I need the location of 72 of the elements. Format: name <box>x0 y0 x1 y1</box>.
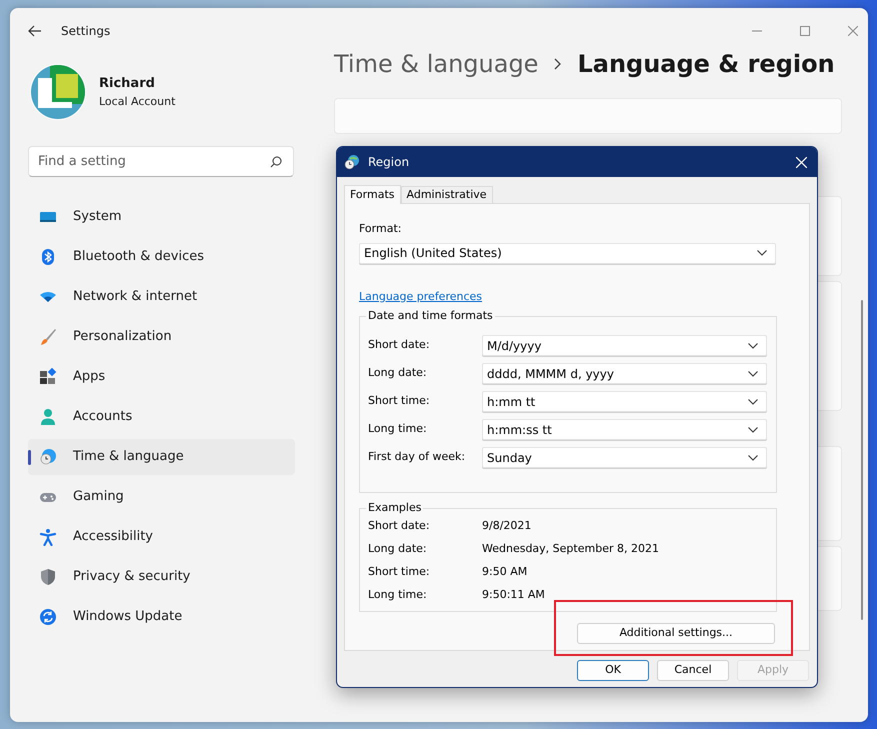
accessibility-icon <box>39 528 57 546</box>
tab[interactable]: Formats <box>344 185 400 204</box>
window-title: Settings <box>61 23 110 40</box>
dropdown[interactable]: h:mm:ss tt <box>482 419 767 440</box>
dropdown[interactable]: English (United States) <box>359 242 776 264</box>
example-value: 9:50 AM <box>482 564 528 580</box>
scrollbar[interactable] <box>861 300 863 620</box>
maximize-icon[interactable] <box>800 26 810 36</box>
example-value: 9:50:11 AM <box>482 587 545 604</box>
dialog-title: Region <box>368 154 410 171</box>
nav-item[interactable]: Time & language <box>28 439 295 475</box>
chevron-down-icon <box>748 342 758 348</box>
tab[interactable]: Administrative <box>400 186 493 203</box>
search-icon <box>270 156 282 168</box>
breadcrumb-parent[interactable]: Time & language <box>334 46 538 82</box>
dropdown[interactable]: h:mm tt <box>482 391 767 412</box>
nav-item[interactable]: Accounts <box>28 399 295 435</box>
brush-icon <box>39 328 57 346</box>
page-title: Language & region <box>577 49 835 80</box>
nav-item[interactable]: Apps <box>28 359 295 395</box>
example-label: Short date: <box>368 518 431 534</box>
account-name: Richard <box>99 75 156 93</box>
dropdown-value: dddd, MMMM d, yyyy <box>487 366 614 382</box>
example-value: 9/8/2021 <box>482 518 532 534</box>
chevron-down-icon <box>748 398 758 404</box>
nav-item[interactable]: Privacy & security <box>28 559 295 595</box>
apps-icon <box>39 368 57 386</box>
example-label: Long date: <box>368 541 428 558</box>
dialog-button[interactable]: Cancel <box>657 660 729 681</box>
dropdown-value: M/d/yyyy <box>487 338 542 354</box>
dialog-button[interactable]: OK <box>577 660 649 681</box>
nav-item[interactable]: Windows Update <box>28 599 295 635</box>
globe-clock-icon <box>39 448 57 466</box>
nav-item[interactable]: Bluetooth & devices <box>28 239 295 275</box>
globe-clock-icon <box>344 154 360 170</box>
dropdown[interactable]: M/d/yyyy <box>482 335 767 356</box>
field-label: Long date: <box>368 365 428 382</box>
dropdown-value: h:mm tt <box>487 394 536 410</box>
dropdown-value: English (United States) <box>364 245 502 262</box>
nav-item[interactable]: Accessibility <box>28 519 295 555</box>
field-label: Long time: <box>368 421 428 438</box>
chevron-down-icon <box>748 426 758 432</box>
field-label: Format: <box>359 221 402 237</box>
example-label: Long time: <box>368 587 428 604</box>
example-value: Wednesday, September 8, 2021 <box>482 541 659 558</box>
nav-item[interactable]: System <box>28 199 295 235</box>
dropdown-value: Sunday <box>487 450 532 466</box>
additional-settings-button[interactable]: Additional settings... <box>577 623 775 644</box>
dropdown-value: h:mm:ss tt <box>487 422 552 438</box>
nav-item[interactable]: Gaming <box>28 479 295 515</box>
bluetooth-icon <box>39 248 57 266</box>
search-field[interactable]: Find a setting <box>28 146 294 177</box>
back-arrow-icon[interactable] <box>28 25 42 37</box>
shield-icon <box>39 568 57 586</box>
refresh-icon <box>39 608 57 626</box>
account-type: Local Account <box>99 94 176 110</box>
selection-indicator <box>28 450 31 465</box>
nav-item[interactable]: Personalization <box>28 319 295 355</box>
dropdown[interactable]: dddd, MMMM d, yyyy <box>482 363 767 384</box>
chevron-down-icon <box>748 370 758 376</box>
person-icon <box>39 408 57 426</box>
chevron-down-icon <box>748 454 758 460</box>
group-title: Examples <box>366 501 424 515</box>
chevron-right-icon <box>554 58 562 70</box>
nav-item[interactable]: Network & internet <box>28 279 295 315</box>
chevron-down-icon <box>757 250 767 256</box>
field-label: Short time: <box>368 393 431 410</box>
field-label: Short date: <box>368 337 431 354</box>
example-label: Short time: <box>368 564 431 580</box>
language-preferences-link[interactable]: Language preferences <box>359 288 482 305</box>
field-label: First day of week: <box>368 449 466 466</box>
dropdown[interactable]: Sunday <box>482 447 767 468</box>
